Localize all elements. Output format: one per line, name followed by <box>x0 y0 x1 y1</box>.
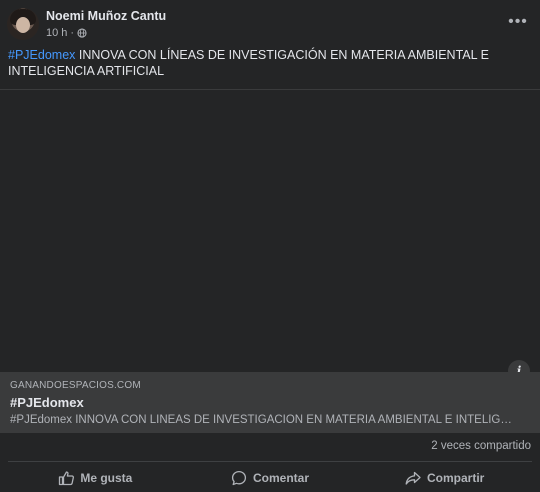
post-text: #PJEdomex INNOVA CON LÍNEAS DE INVESTIGA… <box>8 47 508 79</box>
post-body: INNOVA CON LÍNEAS DE INVESTIGACIÓN EN MA… <box>8 48 489 78</box>
globe-icon[interactable] <box>77 28 87 38</box>
link-domain: GANANDOESPACIOS.COM <box>10 380 141 391</box>
comment-label: Comentar <box>253 470 310 485</box>
like-label: Me gusta <box>80 470 133 485</box>
shares-count[interactable]: 2 veces compartido <box>431 440 531 452</box>
actions-divider <box>8 461 532 462</box>
post-meta: 10 h · <box>46 27 87 39</box>
comment-button[interactable]: Comentar <box>183 463 358 492</box>
post-actions: Me gusta Comentar Compartir <box>8 463 532 492</box>
share-label: Compartir <box>427 470 485 485</box>
like-button[interactable]: Me gusta <box>8 463 183 492</box>
avatar-face <box>16 17 30 33</box>
ellipsis-icon: ••• <box>508 13 528 30</box>
link-description: #PJEdomex INNOVA CON LÍNEAS DE INVESTIGA… <box>10 414 515 426</box>
share-icon <box>405 471 421 485</box>
author-name[interactable]: Noemi Muñoz Cantu <box>46 9 166 23</box>
more-options-button[interactable]: ••• <box>506 12 530 32</box>
link-preview[interactable]: GANANDOESPACIOS.COM #PJEdomex #PJEdomex … <box>0 372 540 433</box>
post-media[interactable] <box>0 89 540 373</box>
comment-icon <box>231 470 247 485</box>
post-time[interactable]: 10 h <box>46 27 67 39</box>
thumbs-up-icon <box>59 470 75 485</box>
facebook-post: Noemi Muñoz Cantu 10 h · ••• #PJEdomex I… <box>0 0 540 492</box>
share-button[interactable]: Compartir <box>357 463 532 492</box>
post-header: Noemi Muñoz Cantu 10 h · ••• <box>0 0 540 46</box>
hashtag-link[interactable]: #PJEdomex <box>8 48 75 62</box>
link-title: #PJEdomex <box>10 395 84 410</box>
avatar[interactable] <box>7 8 39 40</box>
meta-separator: · <box>70 27 75 39</box>
